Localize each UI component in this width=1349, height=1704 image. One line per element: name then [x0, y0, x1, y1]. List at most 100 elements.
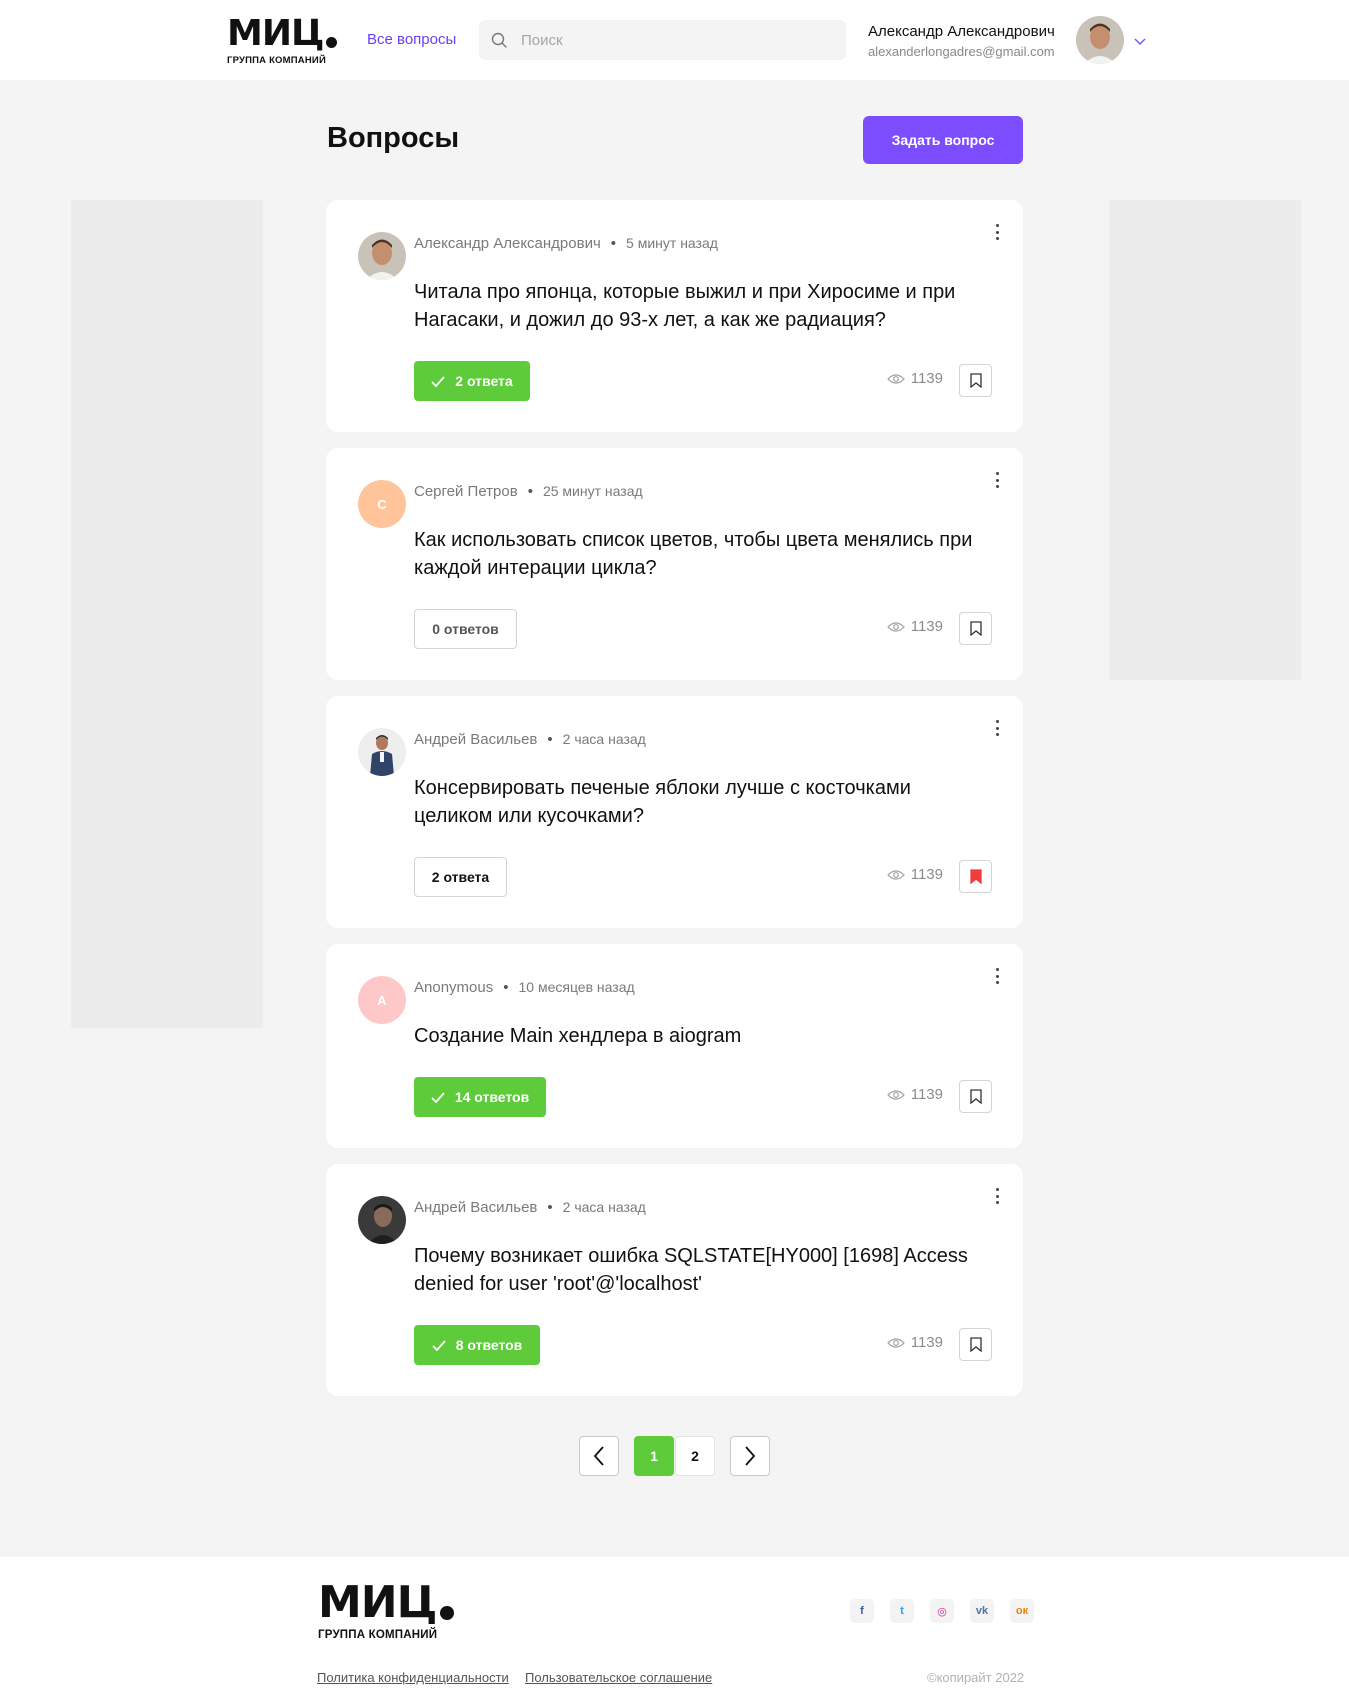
views-count: 1139	[910, 866, 943, 883]
footer-logo[interactable]: МИЦ ГРУППА КОМПАНИЙ	[318, 1581, 455, 1641]
bookmark-icon	[969, 1089, 982, 1104]
question-title[interactable]: Консервировать печеные яблоки лучше с ко…	[414, 774, 994, 830]
social-links: f t ◎ vk ок	[850, 1599, 1034, 1623]
question-title[interactable]: Создание Main хендлера в aiogram	[414, 1022, 994, 1050]
chevron-right-icon	[745, 1446, 756, 1466]
avatar-photo	[358, 728, 406, 776]
answers-button[interactable]: 8 ответов	[414, 1325, 540, 1365]
chevron-left-icon	[593, 1446, 604, 1466]
bookmark-icon	[969, 621, 982, 636]
question-time: 5 минут назад	[626, 235, 718, 251]
more-options-icon[interactable]	[993, 222, 1001, 242]
logo-dot	[440, 1606, 455, 1620]
answers-count: 8 ответов	[455, 1337, 523, 1353]
answers-button[interactable]: 2 ответа	[414, 361, 530, 401]
pagination-next-button[interactable]	[730, 1436, 770, 1476]
author-avatar[interactable]: А	[358, 976, 406, 1024]
top-header: МИЦ ГРУППА КОМПАНИЙ Все вопросы Александ…	[0, 0, 1349, 80]
author-name[interactable]: Сергей Петров	[414, 483, 518, 500]
views-counter: 1139	[886, 370, 943, 387]
bookmark-button[interactable]	[959, 612, 992, 645]
author-avatar[interactable]	[358, 728, 406, 776]
facebook-icon[interactable]: f	[850, 1599, 874, 1623]
author-name[interactable]: Anonymous	[414, 979, 493, 996]
views-count: 1139	[910, 1086, 943, 1103]
views-counter: 1139	[886, 618, 943, 635]
user-email: alexanderlongadres@gmail.com	[868, 44, 1055, 59]
bookmark-button[interactable]	[959, 1328, 992, 1361]
user-avatar[interactable]	[1076, 16, 1124, 64]
question-meta: Андрей Васильев • 2 часа назад	[414, 1199, 646, 1216]
bookmark-icon	[969, 1337, 982, 1352]
check-icon	[431, 1091, 445, 1103]
avatar-photo	[358, 1196, 406, 1244]
odnoklassniki-icon[interactable]: ок	[1010, 1599, 1034, 1623]
bookmark-button[interactable]	[959, 364, 992, 397]
more-options-icon[interactable]	[993, 718, 1001, 738]
search-box	[479, 20, 846, 60]
bookmark-button[interactable]	[959, 1080, 992, 1113]
author-name[interactable]: Андрей Васильев	[414, 731, 537, 748]
question-card: А Anonymous • 10 месяцев назад Создание Ma…	[326, 944, 1023, 1148]
author-name[interactable]: Андрей Васильев	[414, 1199, 537, 1216]
pagination-page-2[interactable]: 2	[675, 1436, 715, 1476]
author-avatar[interactable]	[358, 1196, 406, 1244]
question-meta: Александр Александрович • 5 минут назад	[414, 235, 718, 252]
meta-separator: •	[527, 483, 533, 500]
avatar-photo	[1076, 16, 1124, 64]
author-avatar[interactable]	[358, 232, 406, 280]
avatar-initial: А	[377, 992, 387, 1008]
meta-separator: •	[610, 235, 617, 252]
answers-count: 0 ответов	[432, 621, 499, 637]
vk-icon[interactable]: vk	[970, 1599, 994, 1623]
pagination-page-1[interactable]: 1	[634, 1436, 674, 1476]
answers-button[interactable]: 14 ответов	[414, 1077, 546, 1117]
answers-count: 14 ответов	[454, 1089, 530, 1105]
question-time: 2 часа назад	[562, 731, 646, 747]
question-time: 25 минут назад	[542, 483, 643, 499]
search-input[interactable]	[521, 20, 831, 60]
author-name[interactable]: Александр Александрович	[414, 235, 601, 252]
pagination-prev-button[interactable]	[579, 1436, 619, 1476]
footer: МИЦ ГРУППА КОМПАНИЙ f t ◎ vk ок Политика…	[0, 1557, 1349, 1704]
author-avatar[interactable]: С	[358, 480, 406, 528]
eye-icon	[886, 869, 905, 880]
views-count: 1139	[910, 370, 943, 387]
more-options-icon[interactable]	[993, 966, 1001, 986]
eye-icon	[886, 1337, 905, 1348]
twitter-icon[interactable]: t	[890, 1599, 914, 1623]
user-agreement-link[interactable]: Пользовательское соглашение	[525, 1670, 712, 1685]
instagram-icon[interactable]: ◎	[930, 1599, 954, 1623]
question-card: Андрей Васильев • 2 часа назад Консервиров…	[326, 696, 1023, 928]
logo[interactable]: МИЦ ГРУППА КОМПАНИЙ	[227, 13, 338, 66]
more-options-icon[interactable]	[993, 1186, 1001, 1206]
question-title[interactable]: Как использовать список цветов, чтобы цв…	[414, 526, 994, 582]
question-meta: Anonymous • 10 месяцев назад	[414, 979, 635, 996]
question-title[interactable]: Почему возникает ошибка SQLSTATE[HY000] …	[414, 1242, 994, 1298]
chevron-down-icon[interactable]	[1134, 38, 1146, 46]
logo-text: МИЦ	[227, 13, 324, 54]
answers-button[interactable]: 2 ответа	[414, 857, 507, 897]
check-icon	[431, 375, 445, 387]
avatar-initial: С	[377, 496, 387, 512]
question-card: Александр Александрович • 5 минут назад Чи…	[326, 200, 1023, 432]
nav-all-questions[interactable]: Все вопросы	[367, 31, 456, 48]
views-counter: 1139	[886, 866, 943, 883]
eye-icon	[886, 373, 905, 384]
views-counter: 1139	[886, 1086, 943, 1103]
question-time: 10 месяцев назад	[518, 979, 635, 995]
logo-dot	[326, 37, 338, 48]
meta-separator: •	[547, 1199, 553, 1216]
question-time: 2 часа назад	[562, 1199, 646, 1215]
question-card: Андрей Васильев • 2 часа назад Почему возн…	[326, 1164, 1023, 1396]
ask-question-button[interactable]: Задать вопрос	[863, 116, 1023, 164]
check-icon	[432, 1339, 446, 1351]
bookmark-button-active[interactable]	[959, 860, 992, 893]
more-options-icon[interactable]	[993, 470, 1001, 490]
avatar-photo	[358, 232, 406, 280]
eye-icon	[886, 1089, 905, 1100]
question-title[interactable]: Читала про японца, которые выжил и при Х…	[414, 278, 994, 334]
left-sidebar-placeholder	[71, 200, 263, 1028]
answers-button[interactable]: 0 ответов	[414, 609, 517, 649]
privacy-policy-link[interactable]: Политика конфиденциальности	[317, 1670, 509, 1685]
